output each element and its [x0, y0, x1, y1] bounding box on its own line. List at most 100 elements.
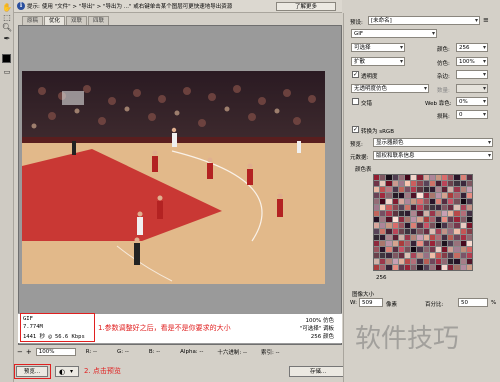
color-swatch[interactable] — [411, 259, 417, 264]
color-swatch[interactable] — [454, 229, 460, 234]
color-swatch[interactable] — [423, 265, 429, 270]
color-swatch[interactable] — [380, 241, 386, 246]
color-swatch[interactable] — [398, 229, 404, 234]
color-swatch[interactable] — [411, 199, 417, 204]
color-swatch[interactable] — [429, 211, 435, 216]
convert-srgb-checkbox[interactable]: ✓ — [352, 126, 359, 133]
color-swatch[interactable] — [398, 235, 404, 240]
color-swatch[interactable] — [423, 247, 429, 252]
color-swatch[interactable] — [386, 193, 392, 198]
color-swatch[interactable] — [460, 259, 466, 264]
color-swatch[interactable] — [386, 229, 392, 234]
web-snap-select[interactable]: 0% — [456, 97, 488, 106]
color-swatch[interactable] — [411, 193, 417, 198]
color-swatch[interactable] — [417, 229, 423, 234]
color-swatch[interactable] — [460, 211, 466, 216]
color-swatch[interactable] — [466, 223, 472, 228]
color-swatch[interactable] — [404, 253, 411, 258]
color-swatch[interactable] — [454, 235, 460, 240]
color-swatch[interactable] — [392, 265, 398, 270]
color-swatch[interactable] — [454, 265, 460, 270]
color-swatch[interactable] — [448, 211, 454, 216]
color-swatch[interactable] — [386, 205, 392, 210]
color-swatch[interactable] — [466, 181, 472, 186]
color-swatch[interactable] — [417, 175, 423, 180]
color-swatch[interactable] — [374, 265, 380, 270]
color-swatch[interactable] — [442, 199, 448, 204]
color-swatch[interactable] — [429, 217, 435, 222]
color-swatch[interactable] — [466, 175, 472, 180]
color-swatch[interactable] — [404, 205, 411, 210]
color-swatch[interactable] — [380, 223, 386, 228]
color-swatch[interactable] — [435, 247, 442, 252]
color-swatch[interactable] — [386, 187, 392, 192]
color-swatch[interactable] — [448, 187, 454, 192]
metadata-select[interactable]: 版权和联系信息 — [373, 151, 493, 160]
color-swatch[interactable] — [454, 193, 460, 198]
color-swatch[interactable] — [398, 199, 404, 204]
dither-algorithm-select[interactable]: 扩散 — [351, 57, 405, 66]
preview-select[interactable]: 显示器颜色 — [373, 138, 493, 147]
color-swatch[interactable] — [411, 211, 417, 216]
color-swatch[interactable] — [411, 205, 417, 210]
color-swatch[interactable] — [435, 199, 442, 204]
color-swatch[interactable] — [442, 247, 448, 252]
color-swatch[interactable] — [460, 205, 466, 210]
color-swatch[interactable] — [374, 181, 380, 186]
color-swatch[interactable] — [374, 241, 380, 246]
color-swatch[interactable] — [398, 205, 404, 210]
color-swatch[interactable] — [404, 211, 411, 216]
color-swatch[interactable] — [398, 241, 404, 246]
color-swatch[interactable] — [429, 193, 435, 198]
color-swatch[interactable] — [442, 187, 448, 192]
slice-visibility-icon[interactable]: ▭ — [2, 67, 12, 76]
color-swatch[interactable] — [460, 241, 466, 246]
browser-select-button[interactable]: ◐ ▾ — [55, 366, 79, 377]
color-swatch[interactable] — [392, 229, 398, 234]
color-swatch[interactable] — [392, 199, 398, 204]
color-swatch[interactable] — [392, 223, 398, 228]
color-swatch[interactable] — [460, 235, 466, 240]
color-swatch[interactable] — [442, 265, 448, 270]
color-swatch[interactable] — [429, 199, 435, 204]
color-swatch[interactable] — [404, 247, 411, 252]
width-field[interactable]: 509 — [359, 298, 383, 307]
color-swatch[interactable] — [386, 241, 392, 246]
color-swatch[interactable] — [429, 175, 435, 180]
color-swatch[interactable] — [448, 235, 454, 240]
color-swatch[interactable] — [423, 259, 429, 264]
color-swatch[interactable] — [417, 187, 423, 192]
color-swatch[interactable] — [386, 217, 392, 222]
color-swatch[interactable] — [466, 205, 472, 210]
color-swatch[interactable] — [392, 211, 398, 216]
color-swatch[interactable] — [429, 235, 435, 240]
color-swatch[interactable] — [392, 241, 398, 246]
tab-optimized[interactable]: 优化 — [44, 16, 66, 25]
color-swatch[interactable] — [404, 241, 411, 246]
color-swatch[interactable] — [417, 205, 423, 210]
color-swatch[interactable] — [411, 181, 417, 186]
color-swatch[interactable] — [460, 229, 466, 234]
color-swatch[interactable] — [411, 241, 417, 246]
color-swatch[interactable] — [435, 241, 442, 246]
color-swatch[interactable] — [429, 241, 435, 246]
color-swatch[interactable] — [380, 205, 386, 210]
color-swatch[interactable] — [435, 235, 442, 240]
color-swatch[interactable] — [448, 229, 454, 234]
color-swatch[interactable] — [435, 175, 442, 180]
color-swatch[interactable] — [435, 181, 442, 186]
color-swatch[interactable] — [404, 265, 411, 270]
color-swatch[interactable] — [423, 175, 429, 180]
slice-select-tool-icon[interactable]: ⬚ — [2, 13, 12, 22]
color-swatch[interactable] — [423, 253, 429, 258]
color-swatch[interactable] — [466, 193, 472, 198]
color-swatch[interactable] — [411, 253, 417, 258]
color-swatch[interactable] — [466, 217, 472, 222]
color-swatch[interactable] — [454, 205, 460, 210]
color-swatch[interactable] — [374, 259, 380, 264]
color-swatch[interactable] — [435, 217, 442, 222]
color-swatch[interactable] — [386, 211, 392, 216]
color-swatch[interactable] — [423, 193, 429, 198]
color-swatch[interactable] — [448, 265, 454, 270]
color-swatch[interactable] — [398, 223, 404, 228]
